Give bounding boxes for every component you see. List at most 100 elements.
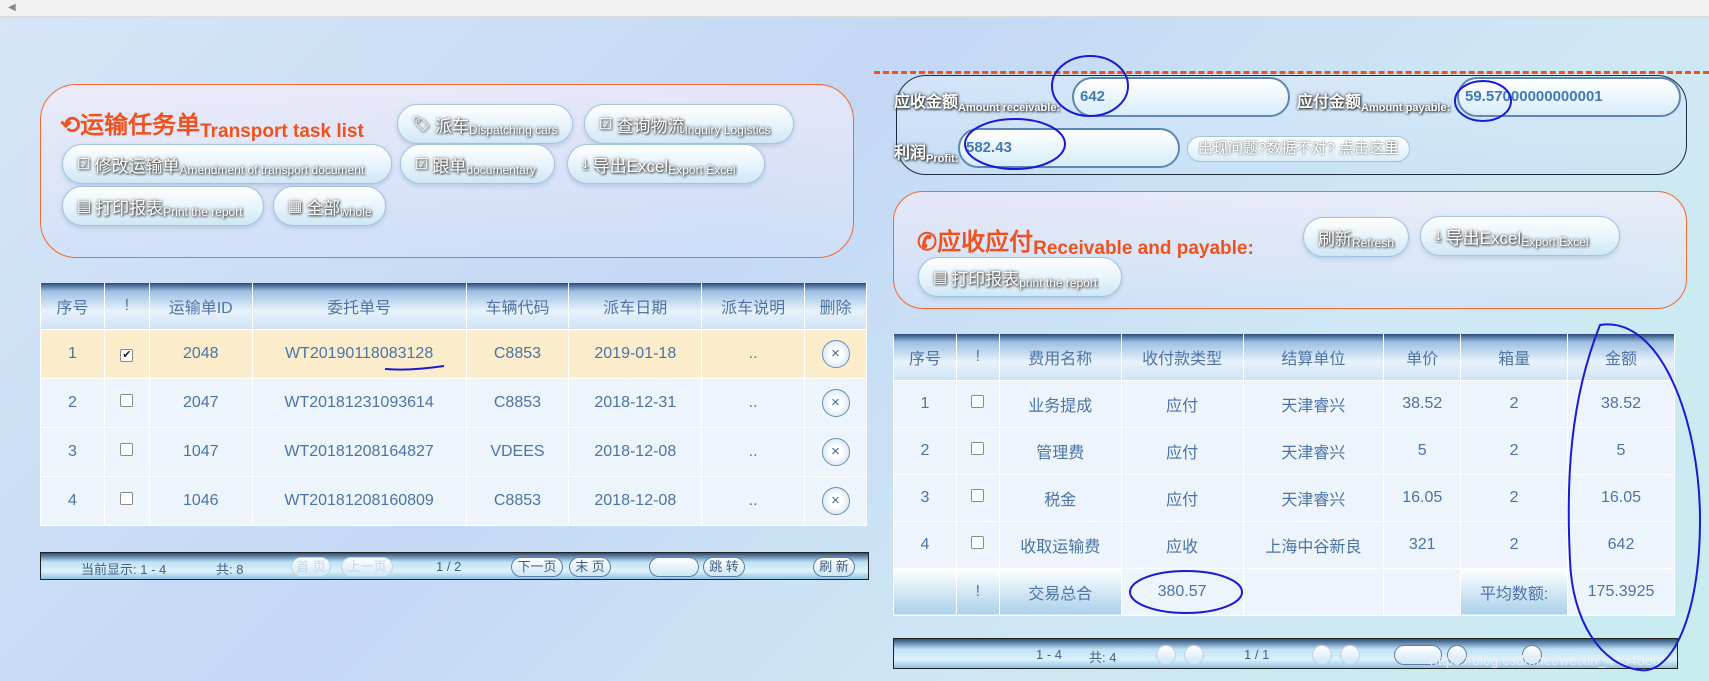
box-quantity: 2 — [1460, 426, 1569, 475]
col-header[interactable]: 序号 — [40, 283, 105, 329]
refresh-arrows-icon: ⟲ — [60, 112, 81, 139]
summary-row: ! 交易总合 380.57 平均数额: 175.3925 — [893, 567, 1675, 616]
watermark: https://blog.csdn.net/weixin_44548807 — [1430, 652, 1669, 668]
prev-page-button[interactable] — [1184, 645, 1204, 665]
dashed-divider — [874, 71, 1709, 74]
first-page-button[interactable] — [1156, 645, 1176, 665]
transport-id: 1046 — [148, 475, 253, 526]
export-excel-button[interactable]: ⤓ 导出Excel Export Excel — [567, 144, 765, 184]
table-row[interactable]: 1 业务提成 应付 天津睿兴 38.52 2 38.52 — [893, 379, 1675, 428]
dispatch-date: 2018-12-08 — [568, 426, 703, 477]
next-page-button[interactable]: 下一页 — [511, 557, 563, 577]
col-header[interactable]: 费用名称 — [998, 334, 1122, 380]
row-checkbox[interactable] — [971, 441, 985, 455]
row-checkbox[interactable] — [120, 491, 134, 505]
row-checkbox[interactable] — [971, 394, 985, 408]
show-all-button[interactable]: ▦ 全部 whole — [273, 186, 386, 226]
browser-topbar: ◀ — [0, 0, 1709, 17]
delete-button[interactable]: × — [821, 486, 850, 515]
order-number: WT20181231093614 — [251, 377, 467, 428]
table-row[interactable]: 1 ✔ 2048 WT20190118083128 C8853 2019-01-… — [40, 328, 867, 379]
col-header[interactable]: 收付款类型 — [1120, 334, 1244, 380]
settlement-unit: 天津睿兴 — [1242, 426, 1385, 475]
last-page-button[interactable]: 末 页 — [569, 557, 611, 577]
table-row[interactable]: 4 1046 WT20181208160809 C8853 2018-12-08… — [40, 475, 867, 526]
checkbox-icon: ☑ — [415, 156, 429, 173]
vehicle-code: VDEES — [465, 426, 570, 477]
inquiry-logistics-button[interactable]: ☑ 查询物流 Inquiry Logistics — [584, 104, 794, 144]
profit-label: 利润Profit: — [894, 145, 959, 165]
col-header[interactable]: 车辆代码 — [465, 283, 570, 329]
row-checkbox[interactable] — [971, 535, 985, 549]
table-row[interactable]: 3 1047 WT20181208164827 VDEES 2018-12-08… — [40, 426, 867, 477]
col-header[interactable]: 序号 — [893, 334, 957, 380]
print-icon: ▤ — [933, 269, 948, 286]
row-index: 1 — [40, 328, 105, 379]
col-header[interactable]: 派车说明 — [701, 283, 806, 329]
col-header[interactable]: 箱量 — [1460, 334, 1569, 380]
delete-button[interactable]: × — [821, 388, 850, 417]
pager-total: 共: 4 — [1089, 650, 1117, 665]
col-header[interactable]: 派车日期 — [568, 283, 703, 329]
delete-button[interactable]: × — [821, 437, 850, 466]
jump-button[interactable]: 跳 转 — [703, 557, 745, 577]
profit-field[interactable]: 582.43 — [958, 128, 1180, 168]
export-fees-excel-button[interactable]: ⤓ 导出Excel Export Excel — [1420, 216, 1620, 256]
unit-price: 321 — [1383, 520, 1462, 569]
settlement-unit: 天津睿兴 — [1242, 379, 1385, 428]
col-header[interactable]: 运输单ID — [148, 283, 253, 329]
col-header[interactable]: 委托单号 — [251, 283, 467, 329]
checkbox-icon: ☑ — [77, 156, 91, 173]
print-fees-report-button[interactable]: ▤ 打印报表 print the report — [918, 257, 1122, 297]
col-header[interactable]: 删除 — [804, 283, 867, 329]
print-icon: ▤ — [77, 198, 92, 215]
table-row[interactable]: 2 2047 WT20181231093614 C8853 2018-12-31… — [40, 377, 867, 428]
delete-button[interactable]: × — [821, 339, 850, 368]
col-header[interactable]: 单价 — [1383, 334, 1462, 380]
row-checkbox[interactable]: ✔ — [120, 348, 134, 362]
col-header[interactable]: 金额 — [1567, 334, 1675, 380]
problem-report-link[interactable]: 出现问题?数据不对? 点击这里 — [1187, 136, 1410, 162]
table-row[interactable]: 3 税金 应付 天津睿兴 16.05 2 16.05 — [893, 473, 1675, 522]
documentary-button[interactable]: ☑ 跟单 documentary — [400, 144, 555, 184]
first-page-button[interactable]: 首 页 — [291, 557, 331, 577]
receivable-label: 应收金额Amount receivable: — [894, 94, 1061, 114]
row-index: 1 — [893, 379, 957, 428]
col-header[interactable]: ! — [955, 334, 1000, 380]
transport-id: 1047 — [148, 426, 253, 477]
col-header[interactable]: 结算单位 — [1242, 334, 1385, 380]
dispatch-date: 2019-01-18 — [568, 328, 703, 379]
vehicle-code: C8853 — [465, 377, 570, 428]
table-row[interactable]: 2 管理费 应付 天津睿兴 5 2 5 — [893, 426, 1675, 475]
dispatch-cars-button[interactable]: 🏷 派车 Dispatching cars — [397, 104, 573, 144]
row-checkbox[interactable] — [120, 393, 134, 407]
fee-name: 税金 — [998, 473, 1122, 522]
last-page-button[interactable] — [1340, 645, 1360, 665]
unit-price: 16.05 — [1383, 473, 1462, 522]
row-checkbox[interactable] — [120, 442, 134, 456]
dispatch-note: .. — [701, 426, 806, 477]
vehicle-code: C8853 — [465, 475, 570, 526]
amend-transport-button[interactable]: ☑ 修改运输单 Amendment of transport document — [62, 144, 392, 184]
refresh-button[interactable]: 刷 新 — [813, 557, 855, 577]
scroll-left-arrow-icon[interactable]: ◀ — [8, 2, 16, 13]
print-report-button[interactable]: ▤ 打印报表 Print the report — [62, 186, 264, 226]
refresh-fees-button[interactable]: 刷新 Refresh — [1303, 217, 1409, 257]
receivable-field[interactable]: 642 — [1072, 77, 1290, 117]
payable-label: 应付金额Amount payable: — [1297, 94, 1451, 114]
pager-current: 1 - 4 — [1036, 647, 1063, 662]
jump-page-input[interactable] — [649, 557, 699, 577]
fee-name: 管理费 — [998, 426, 1122, 475]
row-index: 3 — [893, 473, 957, 522]
table-row[interactable]: 4 收取运输费 应收 上海中谷新良 321 2 642 — [893, 520, 1675, 569]
payable-field[interactable]: 59.57000000000001 — [1457, 77, 1681, 117]
pager-page: 1 / 2 — [436, 559, 462, 574]
table-header-row: 序号 ! 费用名称 收付款类型 结算单位 单价 箱量 金额 — [893, 334, 1675, 380]
next-page-button[interactable] — [1312, 645, 1332, 665]
col-header[interactable]: ! — [103, 283, 150, 329]
prev-page-button[interactable]: 上一页 — [341, 557, 393, 577]
fee-table: 序号 ! 费用名称 收付款类型 结算单位 单价 箱量 金额 1 业务提成 应付 … — [893, 334, 1675, 616]
row-index: 2 — [40, 377, 105, 428]
payment-type: 应付 — [1120, 473, 1244, 522]
row-checkbox[interactable] — [971, 488, 985, 502]
